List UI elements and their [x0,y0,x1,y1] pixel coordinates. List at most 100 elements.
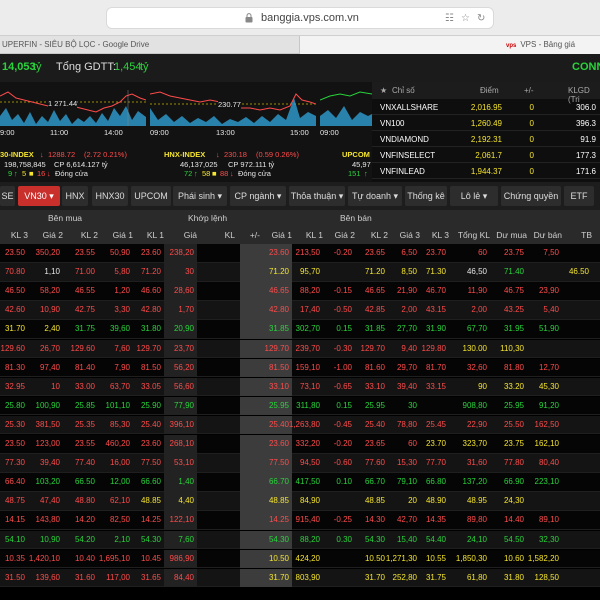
table-row[interactable]: 25.30 381,50 25.35 85,30 25.40 396,10 25.40 1,2… [0,415,600,435]
price-cell [352,263,355,282]
index-row[interactable]: VNXALLSHARE 2,016.95 0 306.0 [372,99,600,115]
column-header: KL 1 [146,230,164,240]
down-arrow-icon: ↓ [230,169,234,178]
table-row[interactable]: 23.50 350,20 23.55 50,90 23.60 238,20 23.60 213… [0,244,600,263]
price-cell [232,454,235,473]
index-name: VNFINSELECT [380,151,436,160]
price-cell: 77.40 [74,458,95,468]
price-cell: 302,70 [295,324,320,334]
star-icon[interactable]: ★ [380,86,387,95]
index-name: 30-INDEX [0,150,34,159]
table-row[interactable]: 23.50 123,00 23.55 460,20 23.60 268,10 23.60 33… [0,435,600,454]
table-row[interactable]: 129.60 26,70 129.60 7,60 129.70 23,70 129.70 23… [0,339,600,358]
up-count: 9 [8,169,13,178]
tab-lô-lẻ[interactable]: Lô lẻ ▾ [450,186,498,206]
price-cell: 1,695,10 [98,553,130,563]
price-cell: 4,40 [178,496,194,506]
column-header: KL 3 [10,230,28,240]
column-header: KL [224,230,235,240]
price-cell: 48.85 [140,496,161,506]
price-cell: 46.70 [425,286,446,296]
price-cell: 63,70 [109,381,130,391]
price-cell: 23.75 [503,439,524,448]
index-row[interactable]: VNDIAMOND 2,192.31 0 91.9 [372,131,600,147]
translate-icon[interactable]: ☷ [445,13,454,24]
tab-label: VN30 [24,191,47,201]
vn30-index-chart[interactable]: 1 271.44 9:00 11:00 14:00 30-INDEX ↓ 128… [0,86,146,178]
price-cell: 23.50 [4,248,25,257]
table-row[interactable]: 70.80 1,10 71.00 5,80 71.20 30 71.20 95,70 71.20… [0,263,600,282]
tab-chứng-quyền[interactable]: Chứng quyền [501,186,561,206]
price-cell: 15,30 [396,458,417,468]
table-row[interactable]: 42.60 10,90 42.75 3,30 42.80 1,70 42.80 17,40 -0… [0,301,600,320]
price-cell: 3,30 [114,305,130,315]
price-cell [232,359,235,378]
tab-vps[interactable]: vps VPS - Bảng giá [300,36,600,54]
vps-logo: vps [506,43,517,49]
price-cell: 60 [478,248,487,257]
price-cell: 56,20 [173,362,194,372]
tab-etf[interactable]: ETF [564,186,594,206]
table-row[interactable]: 66.40 103,20 66.50 12,00 66.60 1,40 66.70 417,5… [0,473,600,492]
price-cell: 7,60 [178,534,194,544]
upcom-index-chart[interactable]: 09:00 UPCOM 45,97 151 ↑ [320,86,372,178]
price-cell: 71.40 [503,267,524,277]
tab-cp-ngành[interactable]: CP ngành ▾ [230,186,286,206]
tab-hnx[interactable]: HNX [62,186,88,206]
price-cell [232,263,235,282]
price-cell: -0.45 [333,419,352,429]
chart-time-label: 13:00 [216,128,235,137]
index-row[interactable]: VN100 1,260.49 0 396.3 [372,115,600,131]
tab-thỏa-thuận[interactable]: Thỏa thuận ▾ [289,186,345,206]
price-cell: 54.30 [268,534,289,544]
tab-hnx30[interactable]: HNX30 [92,186,128,206]
price-cell: 103,20 [35,477,60,487]
table-row[interactable]: 54.10 10,90 54.20 2,10 54.30 7,60 54.30 88,20 0.… [0,530,600,549]
price-cell: 39,40 [396,381,417,391]
price-cell: 31.80 [140,324,161,334]
hnx-index-chart[interactable]: 230.77 09:00 13:00 15:00 HNX-INDEX ↓ 230… [150,86,316,178]
price-cell: 803,90 [295,572,320,582]
price-cell: 48.75 [4,496,25,506]
column-header: +/- [249,230,260,240]
table-row[interactable]: 46.50 58,20 46.55 1,20 46.60 28,60 46.65 88,20 -… [0,282,600,301]
column-header: Giá 2 [334,230,355,240]
table-row[interactable]: 48.75 47,40 48.80 62,10 48.85 4,40 48.85 84,90 4… [0,492,600,511]
tab-vn30[interactable]: VN30 ▾ [18,186,60,206]
table-row[interactable]: 32.95 10 33.00 63,70 33.05 56,60 33.10 73,10 -0.… [0,377,600,397]
price-cell: -0.15 [333,286,352,296]
index-row[interactable]: VNFINSELECT 2,061.7 0 177.3 [372,147,600,163]
table-row[interactable]: 14.15 143,80 14.20 82,50 14.25 122,10 14.25 915… [0,511,600,530]
bookmark-icon[interactable]: ☆ [461,13,470,24]
price-cell: 252,80 [392,572,417,582]
price-cell: 66.70 [268,477,289,487]
price-board-rows: 23.50 350,20 23.55 50,90 23.60 238,20 23.60 213… [0,244,600,600]
tab-phái-sinh[interactable]: Phái sinh ▾ [173,186,227,206]
col-header: Chỉ số [392,86,415,95]
total-value: 14,053 [2,61,36,73]
tab-google-drive[interactable]: UPERFIN - SIÊU BỘ LỌC - Google Drive [0,36,300,54]
tab-tự-doanh[interactable]: Tự doanh ▾ [348,186,402,206]
price-cell: 60 [408,439,417,448]
price-cell: 238,20 [169,248,194,257]
price-cell: 31.70 [4,324,25,334]
market-status: Đóng cửa [238,169,271,178]
index-value: 1288.72 [48,150,76,159]
table-row[interactable]: 10.35 1,420,10 10.40 1,695,10 10.45 986,90 10.… [0,549,600,569]
upcom-line-chart [320,91,372,126]
address-bar[interactable]: banggia.vps.com.vn ☷ ☆ ↻ [106,7,494,29]
table-row[interactable]: 25.80 100,90 25.85 101,10 25.90 77,90 25.95 311… [0,396,600,416]
table-row[interactable]: 31.50 139,60 31.60 117,00 31.65 84,40 31.70 803… [0,568,600,588]
table-row[interactable]: 77.30 39,40 77.40 16,00 77.50 53,10 77.50 94,50… [0,454,600,473]
table-row[interactable]: 81.30 97,40 81.40 7,90 81.50 56,20 81.50 159,10… [0,358,600,378]
refresh-icon[interactable]: ↻ [477,13,485,24]
price-cell: 10.50 [268,553,289,563]
index-change: (2.72 0.21%) [84,150,127,159]
index-row[interactable]: VNFINLEAD 1,944.37 0 171.6 [372,163,600,179]
table-row[interactable]: 31.70 2,40 31.75 39,60 31.80 20,90 31.85 302,70… [0,320,600,339]
tab-upcom[interactable]: UPCOM [131,186,171,206]
up-count: 151 [348,169,361,178]
tab-se[interactable]: SE [0,186,15,206]
tab-thống-kê[interactable]: Thống kê [405,186,447,206]
connection-status: CONN [572,61,600,73]
